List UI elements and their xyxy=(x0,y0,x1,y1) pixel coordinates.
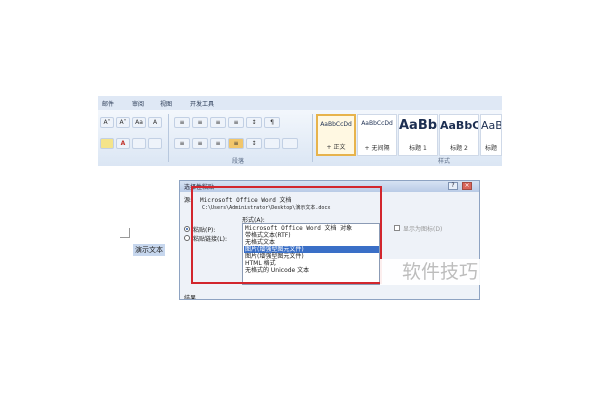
grow-font-button[interactable]: A˄ xyxy=(100,117,114,128)
group-separator xyxy=(312,114,313,162)
group-separator xyxy=(168,114,169,162)
font-color-icon[interactable]: A xyxy=(116,138,130,149)
change-case-button[interactable]: Aa xyxy=(132,117,146,128)
align-left-icon[interactable]: ≡ xyxy=(174,138,190,149)
ribbon: 邮件 审阅 视图 开发工具 A˄ A˅ Aa A A ≡ ≡ ≡ ≡ ↕ ¶ ≡… xyxy=(98,96,502,166)
indent-button[interactable]: ≡ xyxy=(228,117,244,128)
sort-button[interactable]: ↕ xyxy=(246,117,262,128)
bullets-button[interactable]: ≡ xyxy=(174,117,190,128)
ribbon-body: A˄ A˅ Aa A A ≡ ≡ ≡ ≡ ↕ ¶ ≡ ≡ ≡ ≡ ↕ 段落 Aa… xyxy=(98,110,502,166)
result-label: 结果 xyxy=(184,295,197,300)
show-as-icon-label: 显示为图标(D) xyxy=(403,226,443,233)
style-heading-2[interactable]: AaBbC 标题 2 xyxy=(439,114,479,156)
multilevel-list-button[interactable]: ≡ xyxy=(210,117,226,128)
clear-format-button[interactable]: A xyxy=(148,117,162,128)
show-as-icon-checkbox[interactable] xyxy=(394,225,400,231)
style-sample: AaBbCcDd xyxy=(320,121,352,128)
shading-icon[interactable] xyxy=(264,138,280,149)
align-right-icon[interactable]: ≡ xyxy=(210,138,226,149)
style-name: + 无间隔 xyxy=(364,145,390,152)
highlight-box xyxy=(191,186,382,284)
shrink-font-button[interactable]: A˅ xyxy=(116,117,130,128)
ribbon-tab-bar: 邮件 审阅 视图 开发工具 xyxy=(98,96,502,110)
style-name: 标题 2 xyxy=(450,145,468,152)
style-title[interactable]: AaBb 标题 xyxy=(480,114,502,156)
line-spacing-icon[interactable]: ↕ xyxy=(246,138,262,149)
style-name: + 正文 xyxy=(326,144,346,151)
style-no-spacing[interactable]: AaBbCcDd + 无间隔 xyxy=(357,114,397,156)
border-icon[interactable] xyxy=(282,138,298,149)
page-corner-mark xyxy=(120,228,130,238)
tab-review[interactable]: 审阅 xyxy=(132,99,144,108)
tab-mailings[interactable]: 邮件 xyxy=(102,99,114,108)
style-name: 标题 1 xyxy=(409,145,427,152)
style-sample: AaBbC xyxy=(440,119,478,132)
paragraph-group-label: 段落 xyxy=(232,158,245,165)
character-shading-icon[interactable] xyxy=(132,138,146,149)
help-button[interactable]: ? xyxy=(448,182,458,190)
close-button[interactable]: × xyxy=(462,182,472,190)
tab-developer[interactable]: 开发工具 xyxy=(190,99,214,108)
style-sample: AaBb xyxy=(481,119,501,132)
justify-icon[interactable]: ≡ xyxy=(228,138,244,149)
highlight-icon[interactable] xyxy=(100,138,114,149)
selected-document-text[interactable]: 演示文本 xyxy=(133,244,165,256)
style-normal[interactable]: AaBbCcDd + 正文 xyxy=(316,114,356,156)
enclosed-character-icon[interactable] xyxy=(148,138,162,149)
styles-group-label: 样式 xyxy=(438,158,451,165)
numbering-button[interactable]: ≡ xyxy=(192,117,208,128)
tab-view[interactable]: 视图 xyxy=(160,99,172,108)
watermark: 软件技巧 xyxy=(380,259,500,285)
style-name: 标题 xyxy=(484,145,497,152)
align-center-icon[interactable]: ≡ xyxy=(192,138,208,149)
style-heading-1[interactable]: AaBb 标题 1 xyxy=(398,114,438,156)
style-sample: AaBb xyxy=(399,118,437,133)
show-marks-button[interactable]: ¶ xyxy=(264,117,280,128)
paste-radio[interactable] xyxy=(184,226,190,232)
paste-link-radio[interactable] xyxy=(184,235,190,241)
style-sample: AaBbCcDd xyxy=(361,120,393,127)
